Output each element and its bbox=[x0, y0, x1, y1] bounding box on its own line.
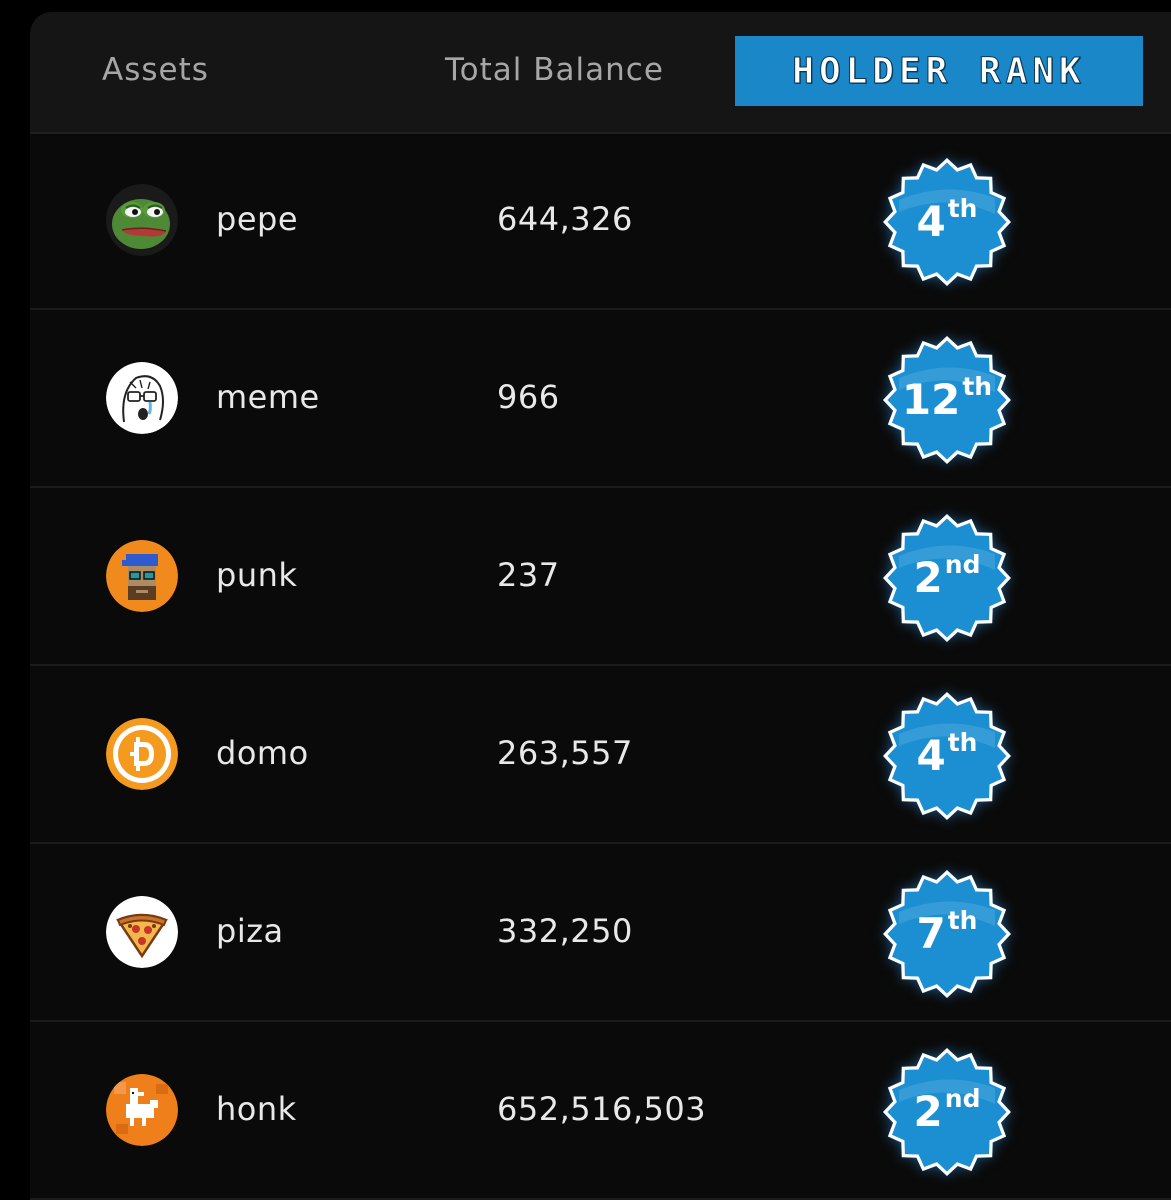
asset-row-piza[interactable]: piza 332,250 7 th bbox=[30, 844, 1171, 1022]
wojak-meme-icon bbox=[106, 362, 178, 434]
rank-number: 12 bbox=[901, 375, 961, 424]
asset-name: meme bbox=[216, 378, 320, 416]
rank-number: 2 bbox=[913, 1087, 943, 1136]
rank-suffix: th bbox=[962, 371, 993, 401]
rank-suffix: nd bbox=[944, 549, 981, 579]
asset-row-domo[interactable]: domo 263,557 4 th bbox=[30, 666, 1171, 844]
holder-rank-tab[interactable]: HOLDER RANK bbox=[735, 36, 1143, 106]
table-header: Assets Total Balance HOLDER RANK bbox=[30, 12, 1171, 134]
holder-rank-tab-label: HOLDER RANK bbox=[792, 50, 1086, 92]
assets-column-header[interactable]: Assets bbox=[102, 52, 209, 88]
rank-number: 2 bbox=[913, 553, 943, 602]
asset-row-meme[interactable]: meme 966 12 th bbox=[30, 310, 1171, 488]
pizza-slice-icon bbox=[106, 896, 178, 968]
rank-badge: 2 nd bbox=[877, 508, 1017, 648]
asset-row-punk[interactable]: punk 237 2 nd bbox=[30, 488, 1171, 666]
asset-balance: 332,250 bbox=[497, 912, 633, 950]
asset-balance: 652,516,503 bbox=[497, 1090, 707, 1128]
rank-suffix: th bbox=[947, 727, 978, 757]
holdings-panel: Assets Total Balance HOLDER RANK pepe 64… bbox=[30, 12, 1171, 1200]
rank-badge: 7 th bbox=[877, 864, 1017, 1004]
asset-list: pepe 644,326 4 th meme 966 12 th punk 23… bbox=[30, 132, 1171, 1200]
rank-badge: 4 th bbox=[877, 686, 1017, 826]
cryptopunk-icon bbox=[106, 540, 178, 612]
asset-name: domo bbox=[216, 734, 309, 772]
asset-name: punk bbox=[216, 556, 298, 594]
rank-suffix: th bbox=[947, 905, 978, 935]
asset-balance: 237 bbox=[497, 556, 560, 594]
pixel-goose-icon bbox=[106, 1074, 178, 1146]
asset-name: honk bbox=[216, 1090, 297, 1128]
rank-badge: 2 nd bbox=[877, 1042, 1017, 1182]
total-balance-column-header[interactable]: Total Balance bbox=[445, 52, 664, 88]
asset-row-honk[interactable]: honk 652,516,503 2 nd bbox=[30, 1022, 1171, 1200]
asset-row-pepe[interactable]: pepe 644,326 4 th bbox=[30, 132, 1171, 310]
pepe-frog-icon bbox=[106, 184, 178, 256]
rank-suffix: nd bbox=[944, 1083, 981, 1113]
rank-number: 4 bbox=[916, 731, 946, 780]
asset-balance: 263,557 bbox=[497, 734, 633, 772]
rank-badge: 4 th bbox=[877, 152, 1017, 292]
asset-balance: 644,326 bbox=[497, 200, 633, 238]
asset-name: piza bbox=[216, 912, 284, 950]
rank-suffix: th bbox=[947, 193, 978, 223]
domo-coin-icon bbox=[106, 718, 178, 790]
asset-name: pepe bbox=[216, 200, 298, 238]
asset-balance: 966 bbox=[497, 378, 560, 416]
rank-number: 7 bbox=[916, 909, 946, 958]
rank-badge: 12 th bbox=[877, 330, 1017, 470]
rank-number: 4 bbox=[916, 197, 946, 246]
